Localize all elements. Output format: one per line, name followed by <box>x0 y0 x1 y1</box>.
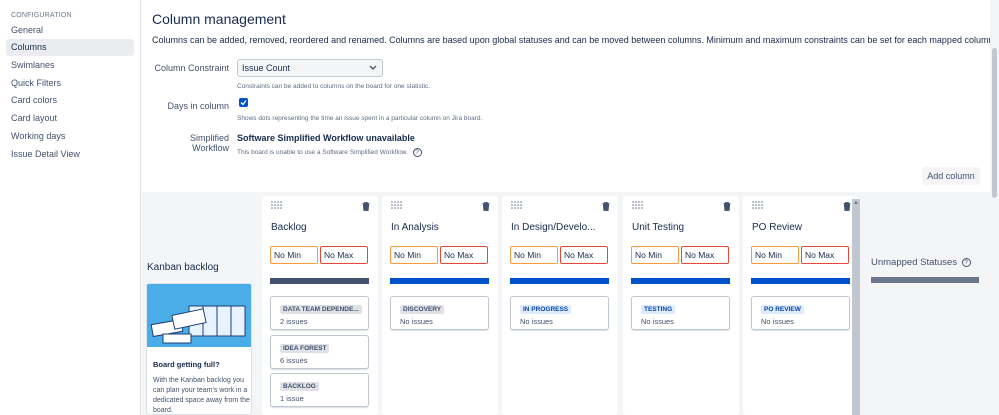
sidebar-item-general[interactable]: General <box>6 22 134 39</box>
board-column-backlog[interactable]: Backlog No Min No Max DATA TEAM DEPENDE.… <box>262 196 378 415</box>
trash-icon[interactable] <box>602 202 610 211</box>
column-max-input[interactable]: No Max <box>560 246 608 264</box>
column-status-bar <box>631 278 730 284</box>
column-min-input[interactable]: No Min <box>751 246 799 264</box>
column-max-input[interactable]: No Max <box>440 246 488 264</box>
promo-text: With the Kanban backlog you can plan you… <box>153 377 250 414</box>
drag-handle-icon[interactable] <box>391 201 402 209</box>
status-issue-count: 6 issues <box>280 356 308 365</box>
checkmark-icon <box>240 100 247 106</box>
page-title: Column management <box>152 11 286 27</box>
drag-handle-icon[interactable] <box>752 201 763 209</box>
status-card[interactable]: PO REVIEW No issues <box>751 296 850 330</box>
status-issue-count: No issues <box>400 317 433 326</box>
column-min-input[interactable]: No Min <box>510 246 558 264</box>
trash-icon[interactable] <box>723 202 731 211</box>
status-lozenge: DISCOVERY <box>400 305 445 314</box>
sidebar-item-swimlanes[interactable]: Swimlanes <box>6 57 134 74</box>
column-max-input[interactable]: No Max <box>320 246 368 264</box>
board-scrollbar[interactable] <box>852 199 860 415</box>
board-column-in-analysis[interactable]: In Analysis No Min No Max DISCOVERY No i… <box>382 196 498 415</box>
column-title[interactable]: Unit Testing <box>632 222 684 233</box>
sidebar-item-card-layout[interactable]: Card layout <box>6 110 134 127</box>
sidebar-item-issue-detail-view[interactable]: Issue Detail View <box>6 146 134 163</box>
column-constraint-hint: Constraints can be added to columns on t… <box>237 83 430 90</box>
sidebar-item-card-colors[interactable]: Card colors <box>6 92 134 109</box>
column-title[interactable]: In Analysis <box>391 222 439 233</box>
sidebar-item-columns[interactable]: Columns <box>6 39 134 56</box>
status-lozenge: TESTING <box>641 305 676 314</box>
settings-sidebar: CONFIGURATION General Columns Swimlanes … <box>0 0 141 415</box>
simplified-workflow-hint: This board is unable to use a Software S… <box>237 149 408 157</box>
days-in-column-checkbox[interactable] <box>239 98 248 107</box>
board-column-po-review[interactable]: PO Review No Min No Max PO REVIEW No iss… <box>743 196 859 415</box>
days-in-column-hint: Shows dots representing the time an issu… <box>237 115 483 122</box>
status-issue-count: 1 issue <box>280 394 304 403</box>
drag-handle-icon[interactable] <box>511 201 522 209</box>
status-card[interactable]: IDEA FOREST 6 issues <box>270 335 369 369</box>
drag-handle-icon[interactable] <box>271 201 282 209</box>
column-min-input[interactable]: No Min <box>631 246 679 264</box>
column-constraint-value: Issue Count <box>242 63 291 73</box>
help-icon[interactable]: ? <box>961 257 971 267</box>
column-max-input[interactable]: No Max <box>681 246 729 264</box>
column-constraint-label: Column Constraint <box>154 63 229 73</box>
chevron-down-icon <box>369 60 377 82</box>
column-title[interactable]: PO Review <box>752 222 802 233</box>
column-constraint-select[interactable]: Issue Count <box>237 59 383 77</box>
status-card[interactable]: IN PROGRESS No issues <box>510 296 609 330</box>
column-status-bar <box>270 278 369 284</box>
column-status-bar <box>751 278 850 284</box>
trash-icon[interactable] <box>362 202 370 211</box>
promo-title: Board getting full? <box>153 360 220 369</box>
board-column-in-design[interactable]: In Design/Develo... No Min No Max IN PRO… <box>502 196 618 415</box>
status-issue-count: No issues <box>520 317 553 326</box>
unmapped-statuses-header: Unmapped Statuses ? <box>871 257 971 268</box>
board-column-unit-testing[interactable]: Unit Testing No Min No Max TESTING No is… <box>623 196 739 415</box>
simplified-workflow-hint-row: This board is unable to use a Software S… <box>237 148 422 157</box>
add-column-button[interactable]: Add column <box>922 167 980 185</box>
column-title[interactable]: Backlog <box>271 222 307 233</box>
backlog-illustration <box>147 284 251 347</box>
sidebar-item-working-days[interactable]: Working days <box>6 128 134 145</box>
status-card[interactable]: DATA TEAM DEPENDE... 2 issues <box>270 296 369 330</box>
status-lozenge: BACKLOG <box>280 382 319 391</box>
unmapped-statuses-title: Unmapped Statuses <box>871 257 958 268</box>
status-card[interactable]: BACKLOG 1 issue <box>270 373 369 407</box>
page-scrollbar-thumb[interactable] <box>992 48 997 198</box>
kanban-backlog-title: Kanban backlog <box>147 262 219 273</box>
column-status-bar <box>390 278 489 284</box>
sidebar-heading: CONFIGURATION <box>11 12 72 19</box>
kanban-backlog-promo: Board getting full? With the Kanban back… <box>146 283 252 415</box>
days-in-column-label: Days in column <box>167 101 229 111</box>
unmapped-status-bar <box>871 277 979 283</box>
column-status-bar <box>510 278 609 284</box>
status-issue-count: No issues <box>641 317 674 326</box>
status-lozenge: PO REVIEW <box>761 305 804 314</box>
help-icon[interactable]: ? <box>412 148 422 157</box>
trash-icon[interactable] <box>482 202 490 211</box>
status-issue-count: 2 issues <box>280 317 308 326</box>
simplified-workflow-label: Simplified Workflow <box>189 133 229 153</box>
status-lozenge: IN PROGRESS <box>520 305 572 314</box>
scroll-up-arrow-icon[interactable]: ▲ <box>853 200 859 206</box>
status-issue-count: No issues <box>761 317 794 326</box>
status-card[interactable]: TESTING No issues <box>631 296 730 330</box>
drag-handle-icon[interactable] <box>632 201 643 209</box>
status-card[interactable]: DISCOVERY No issues <box>390 296 489 330</box>
column-min-input[interactable]: No Min <box>270 246 318 264</box>
column-title[interactable]: In Design/Develo... <box>511 222 596 233</box>
column-min-input[interactable]: No Min <box>390 246 438 264</box>
column-max-input[interactable]: No Max <box>801 246 849 264</box>
trash-icon[interactable] <box>843 202 851 211</box>
simplified-workflow-value: Software Simplified Workflow unavailable <box>237 133 415 143</box>
status-lozenge: IDEA FOREST <box>280 344 330 353</box>
page-description: Columns can be added, removed, reordered… <box>152 35 996 45</box>
sidebar-item-quick-filters[interactable]: Quick Filters <box>6 75 134 92</box>
status-lozenge: DATA TEAM DEPENDE... <box>280 305 362 314</box>
